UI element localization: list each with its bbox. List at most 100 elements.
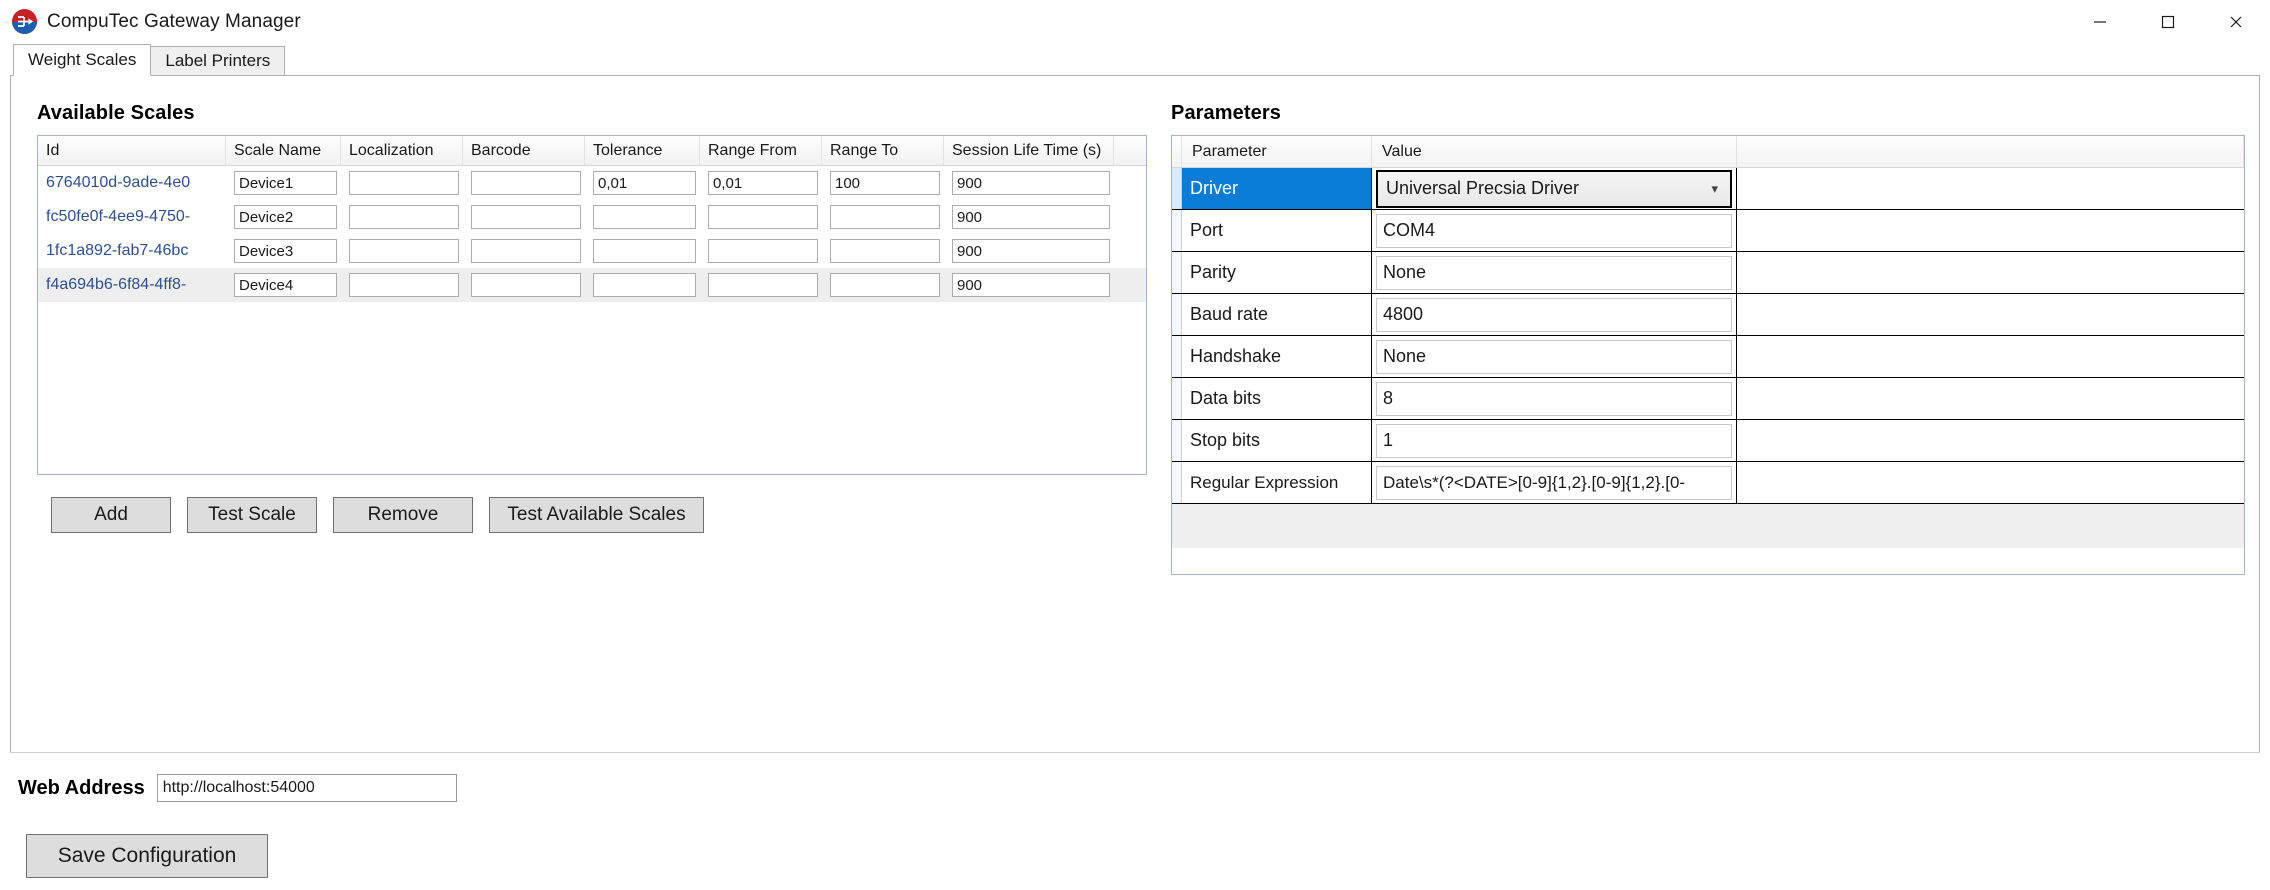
range-to-input[interactable] xyxy=(830,205,940,229)
tab-weight-scales[interactable]: Weight Scales xyxy=(13,44,151,76)
save-configuration-button[interactable]: Save Configuration xyxy=(26,834,268,878)
tolerance-input[interactable]: 0,01 xyxy=(593,171,696,195)
tab-label-printers[interactable]: Label Printers xyxy=(150,46,285,76)
handshake-input[interactable]: None xyxy=(1376,340,1732,374)
scale-name-input[interactable]: Device4 xyxy=(234,273,337,297)
parameter-value-cell[interactable]: Universal Precsia Driver ▾ xyxy=(1372,168,1737,209)
scale-name-input[interactable]: Device1 xyxy=(234,171,337,195)
session-life-time-input[interactable]: 900 xyxy=(952,239,1110,263)
table-row[interactable]: 6764010d-9ade-4e0 Device1 0,01 0,01 100 … xyxy=(38,166,1146,200)
range-from-input[interactable] xyxy=(708,205,818,229)
parameter-value-cell[interactable]: 4800 xyxy=(1372,294,1737,335)
maximize-button[interactable] xyxy=(2134,0,2202,44)
test-available-scales-button[interactable]: Test Available Scales xyxy=(489,497,704,533)
scales-button-row: Add Test Scale Remove Test Available Sca… xyxy=(37,497,1147,533)
parameter-value-cell[interactable]: COM4 xyxy=(1372,210,1737,251)
table-row[interactable]: fc50fe0f-4ee9-4750- Device2 900 xyxy=(38,200,1146,234)
range-to-input[interactable] xyxy=(830,239,940,263)
remove-button[interactable]: Remove xyxy=(333,497,473,533)
row-header-indicator[interactable] xyxy=(1172,378,1182,419)
window-controls xyxy=(2066,0,2270,44)
regular-expression-input[interactable]: Date\s*(?<DATE>[0-9]{1,2}.[0-9]{1,2}.[0- xyxy=(1376,466,1732,500)
column-header-localization[interactable]: Localization xyxy=(341,136,463,165)
table-row[interactable]: 1fc1a892-fab7-46bc Device3 900 xyxy=(38,234,1146,268)
row-header-indicator[interactable] xyxy=(1172,462,1182,503)
add-button[interactable]: Add xyxy=(51,497,171,533)
barcode-input[interactable] xyxy=(471,239,581,263)
web-address-input[interactable] xyxy=(157,774,457,802)
cell-localization xyxy=(341,234,463,268)
stop-bits-input[interactable]: 1 xyxy=(1376,424,1732,458)
range-to-input[interactable]: 100 xyxy=(830,171,940,195)
parameter-value-cell[interactable]: 1 xyxy=(1372,420,1737,461)
row-header-indicator[interactable] xyxy=(1172,420,1182,461)
column-header-scale-name[interactable]: Scale Name xyxy=(226,136,341,165)
column-header-range-from[interactable]: Range From xyxy=(700,136,822,165)
range-from-input[interactable]: 0,01 xyxy=(708,171,818,195)
app-globe-icon xyxy=(12,9,37,34)
cell-barcode xyxy=(463,234,585,268)
tolerance-input[interactable] xyxy=(593,273,696,297)
tolerance-input[interactable] xyxy=(593,239,696,263)
column-header-barcode[interactable]: Barcode xyxy=(463,136,585,165)
data-bits-input[interactable]: 8 xyxy=(1376,382,1732,416)
localization-input[interactable] xyxy=(349,171,459,195)
row-header-indicator[interactable] xyxy=(1172,252,1182,293)
table-row[interactable]: Baud rate 4800 xyxy=(1172,294,2244,336)
range-from-input[interactable] xyxy=(708,239,818,263)
row-header-indicator[interactable] xyxy=(1172,336,1182,377)
barcode-input[interactable] xyxy=(471,171,581,195)
parameter-value-cell[interactable]: None xyxy=(1372,252,1737,293)
parameter-value-cell[interactable]: Date\s*(?<DATE>[0-9]{1,2}.[0-9]{1,2}.[0- xyxy=(1372,462,1737,503)
session-life-time-input[interactable]: 900 xyxy=(952,205,1110,229)
cell-tolerance xyxy=(585,200,700,234)
localization-input[interactable] xyxy=(349,205,459,229)
column-header-tolerance[interactable]: Tolerance xyxy=(585,136,700,165)
parameter-spacer-cell xyxy=(1737,336,2244,377)
scale-name-input[interactable]: Device2 xyxy=(234,205,337,229)
maximize-icon xyxy=(2160,14,2176,30)
table-row[interactable]: Port COM4 xyxy=(1172,210,2244,252)
cell-range-to xyxy=(822,200,944,234)
parity-input[interactable]: None xyxy=(1376,256,1732,290)
table-row[interactable]: Regular Expression Date\s*(?<DATE>[0-9]{… xyxy=(1172,462,2244,504)
range-to-input[interactable] xyxy=(830,273,940,297)
minimize-button[interactable] xyxy=(2066,0,2134,44)
row-header-indicator[interactable] xyxy=(1172,294,1182,335)
parameter-value-cell[interactable]: None xyxy=(1372,336,1737,377)
range-from-input[interactable] xyxy=(708,273,818,297)
table-row[interactable]: Parity None xyxy=(1172,252,2244,294)
session-life-time-input[interactable]: 900 xyxy=(952,273,1110,297)
table-row[interactable]: Stop bits 1 xyxy=(1172,420,2244,462)
test-scale-button[interactable]: Test Scale xyxy=(187,497,317,533)
baud-rate-input[interactable]: 4800 xyxy=(1376,298,1732,332)
column-header-value[interactable]: Value xyxy=(1372,136,1737,167)
driver-combobox[interactable]: Universal Precsia Driver ▾ xyxy=(1376,170,1732,208)
scale-name-input[interactable]: Device3 xyxy=(234,239,337,263)
table-row[interactable]: Handshake None xyxy=(1172,336,2244,378)
column-header-parameter[interactable]: Parameter xyxy=(1182,136,1372,167)
parameters-grid-header: Parameter Value xyxy=(1172,136,2244,168)
close-button[interactable] xyxy=(2202,0,2270,44)
row-header-indicator[interactable] xyxy=(1172,210,1182,251)
port-input[interactable]: COM4 xyxy=(1376,214,1732,248)
session-life-time-input[interactable]: 900 xyxy=(952,171,1110,195)
table-row[interactable]: Data bits 8 xyxy=(1172,378,2244,420)
column-header-id[interactable]: Id xyxy=(38,136,226,165)
cell-localization xyxy=(341,200,463,234)
column-header-session-life-time[interactable]: Session Life Time (s) xyxy=(944,136,1114,165)
column-header-range-to[interactable]: Range To xyxy=(822,136,944,165)
table-row[interactable]: Driver Universal Precsia Driver ▾ xyxy=(1172,168,2244,210)
minimize-icon xyxy=(2092,14,2108,30)
barcode-input[interactable] xyxy=(471,273,581,297)
row-header-indicator[interactable] xyxy=(1172,168,1182,209)
parameters-grid[interactable]: Parameter Value Driver Universal Precsia… xyxy=(1171,135,2245,575)
cell-id: fc50fe0f-4ee9-4750- xyxy=(38,200,226,234)
table-row[interactable]: f4a694b6-6f84-4ff8- Device4 900 xyxy=(38,268,1146,302)
parameter-value-cell[interactable]: 8 xyxy=(1372,378,1737,419)
localization-input[interactable] xyxy=(349,239,459,263)
scales-grid[interactable]: Id Scale Name Localization Barcode Toler… xyxy=(37,135,1147,475)
localization-input[interactable] xyxy=(349,273,459,297)
tolerance-input[interactable] xyxy=(593,205,696,229)
barcode-input[interactable] xyxy=(471,205,581,229)
